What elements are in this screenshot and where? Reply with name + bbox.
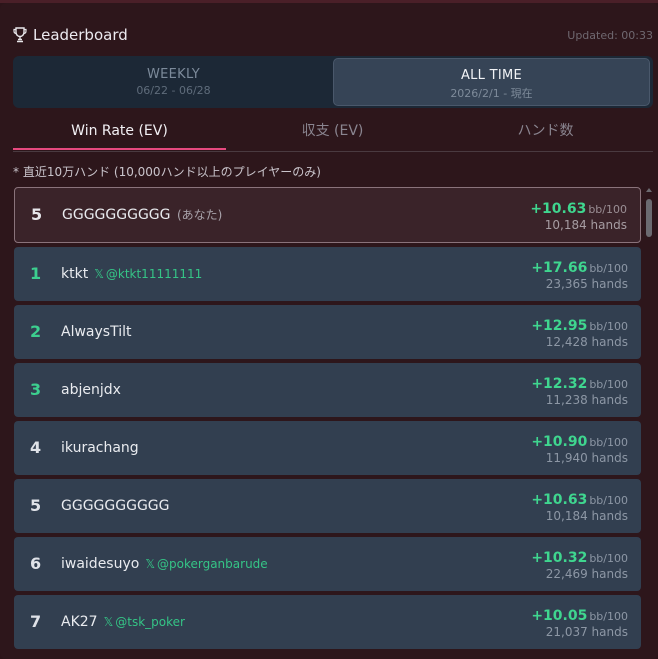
weekly-label: WEEKLY xyxy=(146,67,201,82)
weekly-button[interactable]: WEEKLY 06/22 - 06/28 xyxy=(15,58,332,106)
player-stats: +10.63 bb/100 10,184 hands xyxy=(531,489,628,523)
rate-unit: bb/100 xyxy=(589,320,628,333)
x-handle-link[interactable]: @ktkt11111111 xyxy=(106,267,202,281)
player-name-text: AlwaysTilt xyxy=(61,324,132,340)
win-rate: +10.90 xyxy=(531,434,588,450)
player-name-text: ikurachang xyxy=(61,440,139,456)
table-row[interactable]: 2 AlwaysTilt +12.95 bb/100 12,428 hands xyxy=(14,305,641,359)
player-name: ikurachang xyxy=(61,421,139,475)
metric-tabs: Win Rate (EV) 収支 (EV) ハンド数 xyxy=(13,114,653,152)
you-tag: (あなた) xyxy=(176,208,223,222)
scroll-up-arrow-icon[interactable] xyxy=(646,188,652,192)
tab-profit[interactable]: 収支 (EV) xyxy=(226,114,439,148)
rank-number: 5 xyxy=(31,205,43,224)
player-stats: +12.95 bb/100 12,428 hands xyxy=(531,315,628,349)
win-rate: +10.05 xyxy=(531,608,588,624)
win-rate: +17.66 xyxy=(531,260,588,276)
my-rank-row[interactable]: 5 GGGGGGGGGG (あなた) +10.63 bb/100 10,184 h… xyxy=(14,187,641,243)
player-stats: +10.63 bb/100 10,184 hands xyxy=(530,198,627,232)
player-name-text: abjenjdx xyxy=(61,382,121,398)
updated-timestamp: Updated: 00:33 xyxy=(567,29,653,42)
page-title: Leaderboard xyxy=(33,26,128,44)
rank-number: 1 xyxy=(30,264,42,283)
hands-count: 21,037 hands xyxy=(545,625,628,639)
win-rate: +12.95 xyxy=(531,318,588,334)
table-row[interactable]: 5 GGGGGGGGGG +10.63 bb/100 10,184 hands xyxy=(14,479,641,533)
player-name: GGGGGGGGGG (あなた) xyxy=(62,188,222,242)
player-stats: +12.32 bb/100 11,238 hands xyxy=(531,373,628,407)
rate-unit: bb/100 xyxy=(589,494,628,507)
player-stats: +10.32 bb/100 22,469 hands xyxy=(531,547,628,581)
x-handle-link[interactable]: @pokerganbarude xyxy=(157,557,268,571)
player-name: AK27 𝕏 @tsk_poker xyxy=(61,595,185,649)
rank-number: 6 xyxy=(30,554,42,573)
rank-number: 5 xyxy=(30,496,42,515)
rate-unit: bb/100 xyxy=(589,552,628,565)
trophy-icon xyxy=(13,27,27,43)
player-name: iwaidesuyo 𝕏 @pokerganbarude xyxy=(61,537,268,591)
table-row[interactable]: 7 AK27 𝕏 @tsk_poker +10.05 bb/100 21,037 hands xyxy=(14,595,641,649)
player-name: abjenjdx xyxy=(61,363,121,417)
x-handle-link[interactable]: @tsk_poker xyxy=(115,615,185,629)
hands-count: 10,184 hands xyxy=(544,218,627,232)
rate-unit: bb/100 xyxy=(589,610,628,623)
player-name-text: iwaidesuyo xyxy=(61,556,140,572)
filter-note: * 直近10万ハンド (10,000ハンド以上のプレイヤーのみ) xyxy=(13,165,321,179)
tab-win-rate[interactable]: Win Rate (EV) xyxy=(13,114,226,150)
player-name-text: GGGGGGGGGG xyxy=(62,207,171,223)
rank-number: 2 xyxy=(30,322,42,341)
player-name: GGGGGGGGGG xyxy=(61,479,170,533)
win-rate: +10.63 xyxy=(530,201,587,217)
period-toggle: WEEKLY 06/22 - 06/28 ALL TIME 2026/2/1 -… xyxy=(13,56,653,108)
leaderboard-header: Leaderboard Updated: 00:33 xyxy=(13,25,653,47)
all-time-range: 2026/2/1 - 現在 xyxy=(450,87,533,100)
x-logo-icon: 𝕏 xyxy=(94,267,104,281)
all-time-label: ALL TIME xyxy=(460,68,523,83)
x-logo-icon: 𝕏 xyxy=(145,557,155,571)
player-name: ktkt 𝕏 @ktkt11111111 xyxy=(61,247,202,301)
win-rate: +12.32 xyxy=(531,376,588,392)
player-name: AlwaysTilt xyxy=(61,305,131,359)
rank-number: 3 xyxy=(30,380,42,399)
tab-hands[interactable]: ハンド数 xyxy=(439,114,652,148)
player-stats: +10.05 bb/100 21,037 hands xyxy=(531,605,628,639)
hands-count: 23,365 hands xyxy=(545,277,628,291)
table-row[interactable]: 4 ikurachang +10.90 bb/100 11,940 hands xyxy=(14,421,641,475)
hands-count: 22,469 hands xyxy=(545,567,628,581)
table-row[interactable]: 1 ktkt 𝕏 @ktkt11111111 +17.66 bb/100 23,365 ha… xyxy=(14,247,641,301)
hands-count: 11,940 hands xyxy=(545,451,628,465)
rank-number: 4 xyxy=(30,438,42,457)
hands-count: 12,428 hands xyxy=(545,335,628,349)
rank-number: 7 xyxy=(30,612,42,631)
weekly-range: 06/22 - 06/28 xyxy=(136,84,211,97)
x-logo-icon: 𝕏 xyxy=(103,615,114,629)
table-row[interactable]: 6 iwaidesuyo 𝕏 @pokerganbarude +10.32 bb/100 2… xyxy=(14,537,641,591)
rate-unit: bb/100 xyxy=(588,203,627,216)
player-name-text: GGGGGGGGGG xyxy=(61,498,170,514)
player-stats: +10.90 bb/100 11,940 hands xyxy=(531,431,628,465)
hands-count: 11,238 hands xyxy=(545,393,628,407)
player-name-text: AK27 xyxy=(61,614,98,630)
scroll-thumb[interactable] xyxy=(646,199,652,237)
player-stats: +17.66 bb/100 23,365 hands xyxy=(531,257,628,291)
rate-unit: bb/100 xyxy=(589,262,628,275)
win-rate: +10.63 xyxy=(531,492,588,508)
rate-unit: bb/100 xyxy=(589,436,628,449)
scrollbar[interactable] xyxy=(645,186,653,659)
player-name-text: ktkt xyxy=(61,266,89,282)
win-rate: +10.32 xyxy=(531,550,588,566)
table-row[interactable]: 3 abjenjdx +12.32 bb/100 11,238 hands xyxy=(14,363,641,417)
hands-count: 10,184 hands xyxy=(545,509,628,523)
all-time-button[interactable]: ALL TIME 2026/2/1 - 現在 xyxy=(333,58,650,106)
rate-unit: bb/100 xyxy=(589,378,628,391)
leaderboard-list[interactable]: 5 GGGGGGGGGG (あなた) +10.63 bb/100 10,184 h… xyxy=(13,186,642,659)
